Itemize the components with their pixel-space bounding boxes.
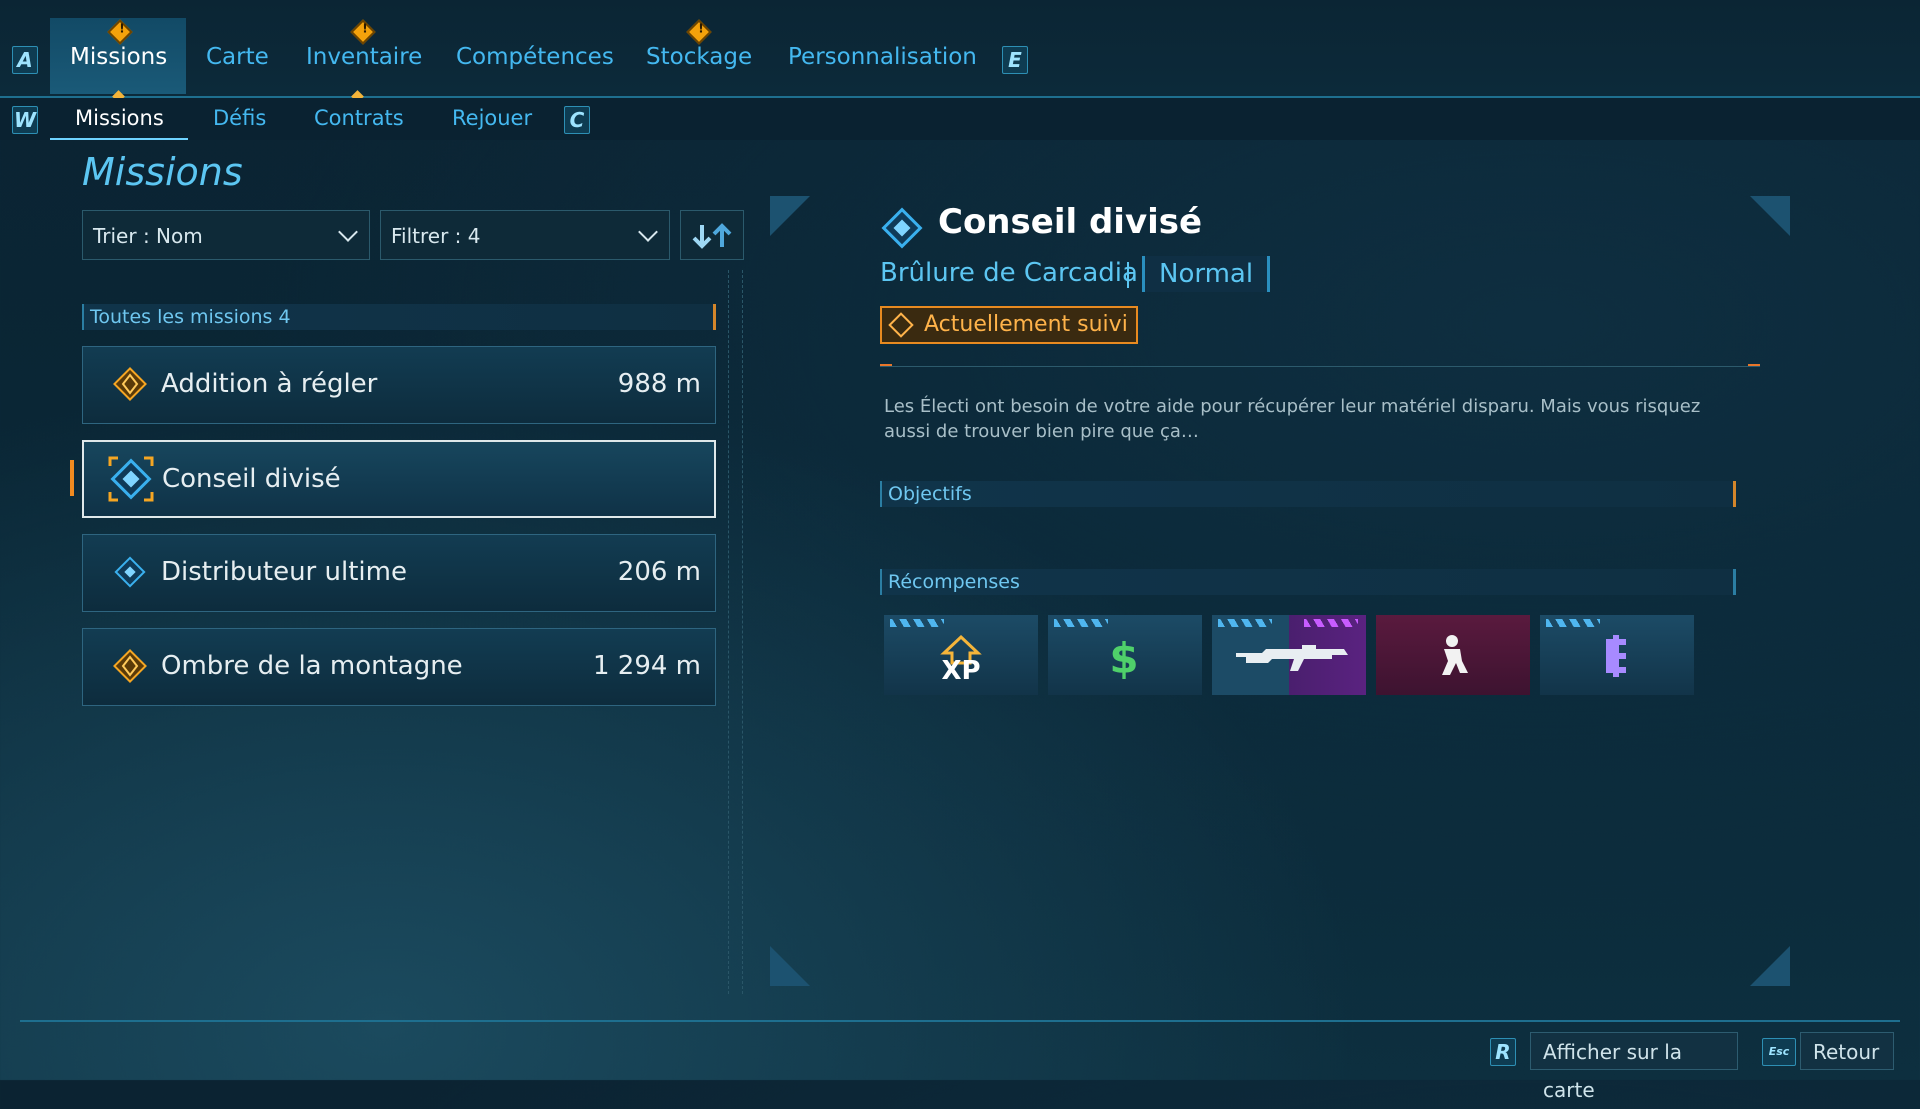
chevron-down-icon (338, 222, 358, 242)
sort-order-button[interactable] (680, 210, 744, 260)
sub-nav (0, 98, 1920, 140)
tab-stockage[interactable]: Stockage (646, 44, 752, 70)
frame-corner-icon (770, 946, 810, 986)
mission-title: Conseil divisé (938, 202, 1203, 242)
blue-diamond-icon (108, 456, 154, 502)
tracked-icon (888, 312, 914, 338)
reward-eridium[interactable] (1540, 615, 1694, 695)
gold-diamond-icon (113, 649, 147, 683)
subtab-rejouer[interactable]: Rejouer (452, 106, 532, 130)
tab-missions[interactable]: Missions (70, 44, 167, 70)
money-icon: $ (1109, 635, 1138, 679)
tab-competences[interactable]: Compétences (456, 44, 614, 70)
show-on-map-button[interactable]: Afficher sur la carte (1530, 1032, 1738, 1102)
tracked-label: Actuellement suivi (924, 312, 1128, 337)
tracked-status-badge: Actuellement suivi (880, 306, 1138, 344)
sort-arrows-icon (692, 223, 732, 249)
map-key[interactable]: R (1490, 1038, 1516, 1066)
mission-name: Addition à régler (161, 369, 378, 399)
filter-label: Filtrer : 4 (391, 224, 481, 248)
sort-dropdown[interactable]: Trier : Nom (82, 210, 370, 260)
frame-corner-icon (1750, 946, 1790, 986)
reward-money[interactable]: $ (1048, 615, 1202, 695)
mission-distance: 988 m (617, 369, 701, 399)
gold-diamond-icon (113, 367, 147, 401)
reward-weapon[interactable] (1212, 615, 1366, 695)
nav-prev-key[interactable]: A (12, 46, 38, 74)
subnav-prev-key[interactable]: W (12, 106, 38, 134)
frame-corner-icon (770, 196, 810, 236)
reward-xp[interactable]: XP (884, 615, 1038, 695)
frame-corner-icon (1750, 196, 1790, 236)
panel-divider (728, 270, 729, 994)
subtab-underline (50, 138, 188, 140)
missions-list-header-label: Toutes les missions 4 (90, 306, 291, 328)
subtab-contrats[interactable]: Contrats (314, 106, 404, 130)
back-button[interactable]: Retour (1800, 1032, 1894, 1070)
separator (1127, 262, 1129, 288)
mission-item[interactable]: Ombre de la montagne 1 294 m (82, 628, 716, 706)
cosmetic-emote-icon (1442, 635, 1468, 675)
mission-name: Conseil divisé (162, 464, 341, 494)
mission-distance: 1 294 m (592, 651, 701, 681)
mission-distance: 206 m (617, 557, 701, 587)
divider-accent (1748, 364, 1760, 366)
eridium-icon (1606, 635, 1626, 677)
blue-diamond-icon (114, 556, 146, 588)
divider-accent (880, 364, 892, 366)
objectives-label: Objectifs (888, 483, 972, 505)
subtab-missions[interactable]: Missions (75, 106, 164, 130)
mission-description: Les Électi ont besoin de votre aide pour… (884, 396, 1701, 442)
svg-text:XP: XP (941, 656, 980, 683)
sort-label: Trier : Nom (93, 224, 203, 248)
panel-divider (742, 270, 743, 994)
objectives-header: Objectifs (880, 481, 1736, 507)
esc-key[interactable]: Esc (1762, 1038, 1796, 1066)
rewards-header: Récompenses (880, 569, 1736, 595)
tab-personnalisation[interactable]: Personnalisation (788, 44, 977, 70)
chevron-down-icon (638, 222, 658, 242)
mission-item[interactable]: Addition à régler 988 m (82, 346, 716, 424)
page-title: Missions (82, 150, 243, 194)
detail-divider (880, 366, 1760, 367)
footer-divider (20, 1020, 1900, 1022)
selection-marker (70, 460, 74, 496)
nav-next-key[interactable]: E (1002, 46, 1028, 74)
filter-dropdown[interactable]: Filtrer : 4 (380, 210, 670, 260)
mission-location: Brûlure de Carcadia (880, 258, 1138, 288)
xp-icon: XP (940, 634, 982, 683)
mission-item[interactable]: Distributeur ultime 206 m (82, 534, 716, 612)
svg-text:$: $ (1109, 635, 1138, 679)
weapon-icon (1236, 645, 1348, 671)
mission-name: Ombre de la montagne (161, 651, 463, 681)
difficulty-badge: Normal (1142, 256, 1271, 292)
reward-emote[interactable] (1376, 615, 1530, 695)
tab-inventaire[interactable]: Inventaire (306, 44, 422, 70)
mission-item-selected[interactable]: Conseil divisé (82, 440, 716, 518)
mission-name: Distributeur ultime (161, 557, 407, 587)
rewards-label: Récompenses (888, 571, 1020, 593)
mission-type-icon (881, 207, 923, 249)
subnav-next-key[interactable]: C (564, 106, 590, 134)
subtab-defis[interactable]: Défis (213, 106, 266, 130)
missions-list-header: Toutes les missions 4 (82, 304, 716, 330)
tab-carte[interactable]: Carte (206, 44, 269, 70)
